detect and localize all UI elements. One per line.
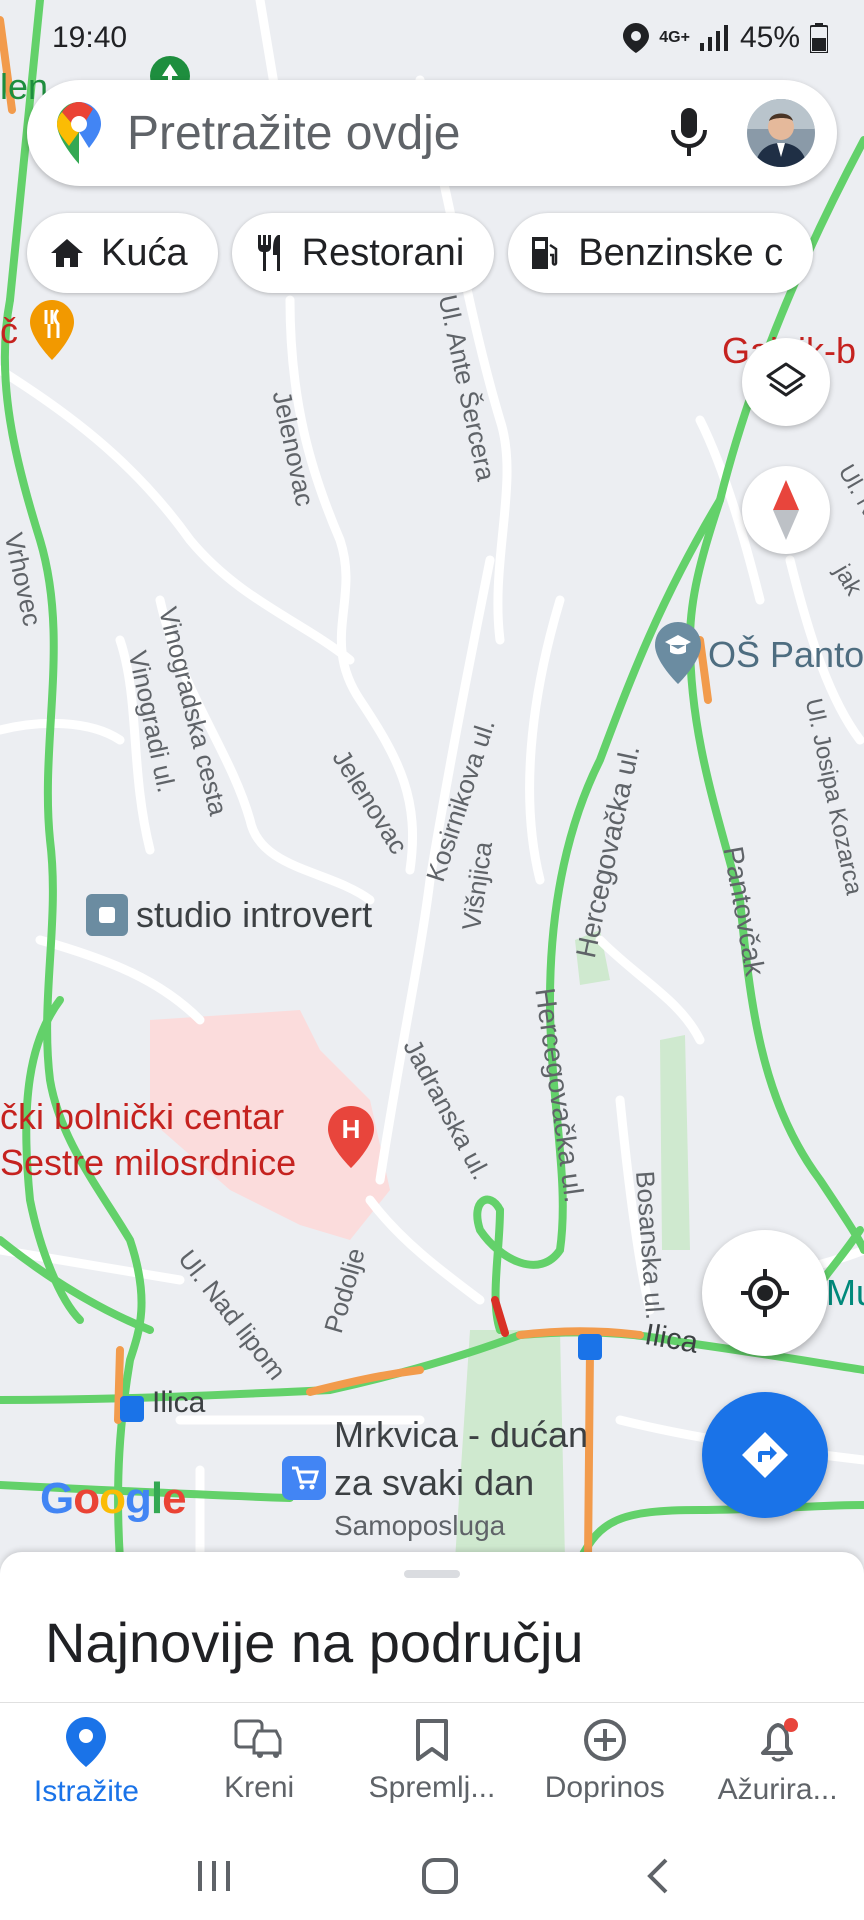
nav-label: Istražite bbox=[33, 1775, 139, 1808]
signal-icon bbox=[699, 25, 728, 51]
maps-logo-icon bbox=[57, 102, 101, 164]
network-type: 4G+ bbox=[659, 29, 690, 46]
tram-stop-icon[interactable] bbox=[578, 1334, 602, 1360]
nav-label: Kreni bbox=[224, 1771, 295, 1804]
commute-icon bbox=[234, 1719, 282, 1758]
chip-home[interactable]: Kuća bbox=[27, 213, 218, 293]
bottom-navigation: Istražite Kreni Spremlj... Doprinos Ažur… bbox=[0, 1702, 864, 1832]
street-label: Ilica bbox=[152, 1386, 206, 1419]
location-icon bbox=[623, 23, 650, 53]
layers-icon bbox=[766, 362, 806, 397]
search-bar[interactable]: Pretražite ovdje bbox=[27, 80, 837, 186]
nav-item-commute[interactable]: Kreni bbox=[173, 1703, 346, 1832]
back-icon[interactable] bbox=[646, 1857, 670, 1895]
bookmark-icon bbox=[415, 1719, 448, 1761]
microphone-icon[interactable] bbox=[671, 108, 707, 158]
sheet-title: Najnovije na području bbox=[45, 1611, 584, 1674]
nav-item-updates[interactable]: Ažurira... bbox=[691, 1703, 864, 1832]
poi-restaurant-label: č bbox=[0, 310, 18, 351]
home-button-icon[interactable] bbox=[421, 1857, 459, 1895]
recent-apps-icon[interactable] bbox=[194, 1859, 234, 1893]
hospital-label-line1[interactable]: čki bolnički centar bbox=[0, 1096, 284, 1138]
chip-label: Restorani bbox=[301, 231, 465, 274]
chip-restaurants[interactable]: Restorani bbox=[231, 213, 495, 293]
sheet-drag-handle[interactable] bbox=[404, 1570, 460, 1578]
explore-pin-icon bbox=[66, 1717, 107, 1767]
add-circle-icon bbox=[583, 1719, 626, 1761]
store-label-line1[interactable]: Mrkvica - dućan bbox=[334, 1414, 588, 1456]
battery-level: 45% bbox=[739, 21, 800, 54]
nav-label: Doprinos bbox=[544, 1771, 665, 1804]
nav-label: Ažurira... bbox=[717, 1773, 838, 1806]
chip-gas-stations[interactable]: Benzinske c bbox=[508, 213, 814, 293]
shopping-cart-icon[interactable] bbox=[282, 1456, 326, 1500]
directions-button[interactable] bbox=[702, 1392, 828, 1518]
poi-label: Mu bbox=[826, 1272, 864, 1313]
status-time: 19:40 bbox=[52, 21, 128, 54]
compass-icon bbox=[773, 480, 799, 540]
store-category: Samoposluga bbox=[334, 1510, 506, 1541]
gas-station-icon bbox=[532, 237, 558, 269]
battery-icon bbox=[810, 23, 828, 53]
system-navigation-bar bbox=[0, 1832, 864, 1920]
my-location-button[interactable] bbox=[702, 1230, 828, 1356]
layers-button[interactable] bbox=[742, 338, 830, 426]
notifications-icon bbox=[760, 1718, 798, 1762]
svg-text:H: H bbox=[342, 1114, 361, 1144]
chip-label: Kuća bbox=[101, 231, 188, 274]
nav-item-saved[interactable]: Spremlj... bbox=[346, 1703, 519, 1832]
bottom-sheet[interactable]: Najnovije na području bbox=[0, 1552, 864, 1702]
chip-label: Benzinske c bbox=[578, 231, 784, 274]
google-logo: Google bbox=[40, 1474, 187, 1523]
school-label[interactable]: OŠ Panto bbox=[708, 634, 864, 676]
nav-label: Spremlj... bbox=[368, 1771, 496, 1804]
category-chips: Kuća Restorani Benzinske c bbox=[27, 213, 864, 293]
store-label-line2[interactable]: za svaki dan bbox=[334, 1462, 534, 1504]
nav-item-explore[interactable]: Istražite bbox=[0, 1703, 173, 1832]
directions-icon bbox=[742, 1432, 788, 1478]
studio-pin-icon[interactable] bbox=[86, 894, 128, 936]
nav-item-contribute[interactable]: Doprinos bbox=[518, 1703, 691, 1832]
avatar[interactable] bbox=[747, 99, 815, 167]
search-input[interactable]: Pretražite ovdje bbox=[127, 106, 671, 161]
my-location-icon bbox=[741, 1269, 789, 1317]
compass-button[interactable] bbox=[742, 466, 830, 554]
restaurant-icon bbox=[257, 235, 280, 271]
status-bar: 19:40 4G+ 45% bbox=[0, 0, 864, 76]
tram-stop-icon[interactable] bbox=[120, 1396, 144, 1422]
home-icon bbox=[51, 239, 83, 267]
hospital-label-line2[interactable]: Sestre milosrdnice bbox=[0, 1142, 296, 1184]
studio-label[interactable]: studio introvert bbox=[136, 894, 372, 936]
